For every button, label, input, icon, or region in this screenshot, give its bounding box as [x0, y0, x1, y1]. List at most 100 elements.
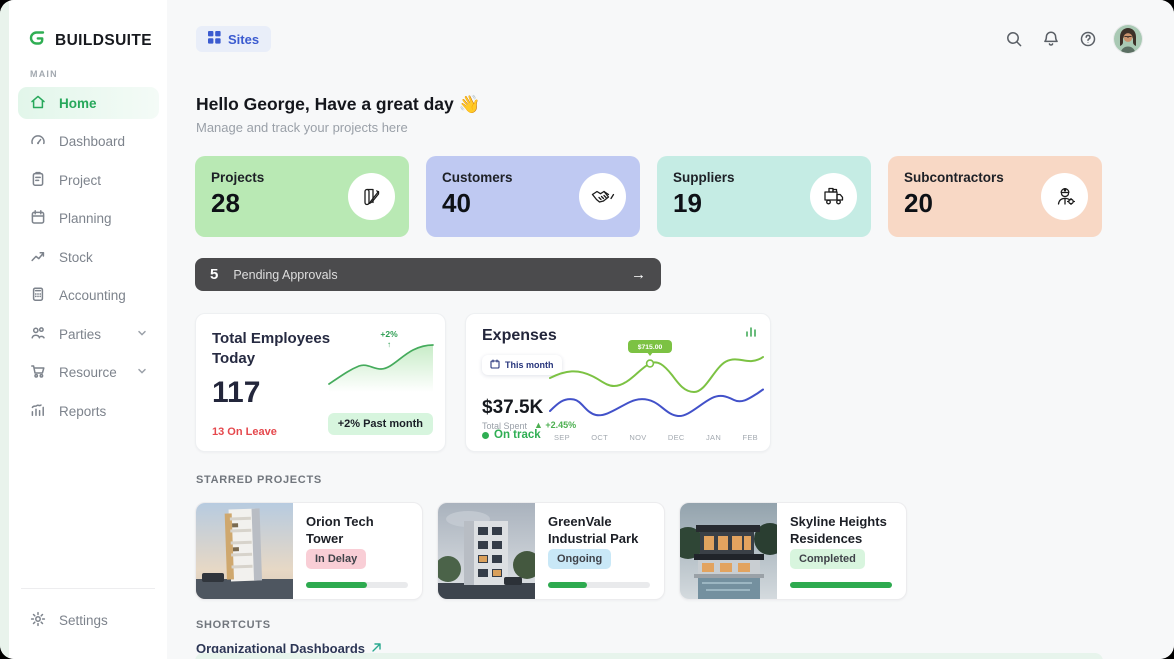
- project-status-badge: Ongoing: [548, 549, 611, 569]
- arrow-right-icon[interactable]: →: [631, 266, 646, 283]
- x-tick: OCT: [591, 433, 608, 442]
- page-title: Hello George, Have a great day 👋: [196, 94, 480, 115]
- project-name: Skyline Heights Residences: [790, 514, 896, 548]
- x-tick: SEP: [554, 433, 570, 442]
- expenses-card: Expenses This month $37.5K Total Spent ▲…: [465, 313, 771, 452]
- chart-tooltip: $715.00: [638, 344, 663, 351]
- sidebar-item-parties[interactable]: Parties: [18, 318, 159, 350]
- planning-icon: [29, 208, 47, 229]
- sidebar-item-stock[interactable]: Stock: [18, 241, 159, 273]
- project-thumbnail: [438, 503, 535, 599]
- chevron-down-icon: [136, 365, 148, 380]
- sidebar-item-label: Settings: [59, 613, 108, 628]
- brand-logo[interactable]: BUILDSUITE: [28, 28, 152, 53]
- home-icon: [29, 93, 47, 114]
- x-tick: JAN: [706, 433, 721, 442]
- bell-icon[interactable]: [1040, 28, 1062, 50]
- spark-arrow-up-icon: ↑: [387, 340, 391, 349]
- sidebar-item-dashboard[interactable]: Dashboard: [18, 126, 159, 158]
- chevron-down-icon: [136, 327, 148, 342]
- blueprint-icon: [348, 173, 395, 220]
- gear-icon: [29, 610, 47, 631]
- sidebar-item-accounting[interactable]: Accounting: [18, 280, 159, 312]
- truck-icon: [810, 173, 857, 220]
- sidebar-item-label: Planning: [59, 211, 112, 226]
- handshake-icon: [579, 173, 626, 220]
- x-tick: FEB: [742, 433, 758, 442]
- project-thumbnail: [680, 503, 777, 599]
- worker-icon: [1041, 173, 1088, 220]
- avatar[interactable]: [1114, 25, 1142, 53]
- sidebar-item-resource[interactable]: Resource: [18, 357, 159, 389]
- expenses-status: On track: [482, 429, 541, 441]
- starred-projects-heading: STARRED PROJECTS: [196, 474, 322, 486]
- project-card-greenvale[interactable]: GreenVale Industrial Park Ongoing: [437, 502, 665, 600]
- chart-x-axis: SEP OCT NOV DEC JAN FEB: [554, 433, 758, 442]
- buildsuite-logo-icon: [28, 28, 48, 53]
- expenses-total: $37.5K: [482, 397, 543, 419]
- employees-on-leave: 13 On Leave: [212, 426, 277, 438]
- app-window: BUILDSUITE MAIN Home Dashboard Project P…: [0, 0, 1174, 659]
- dashboard-icon: [29, 131, 47, 152]
- expenses-line-chart: $715.00: [548, 338, 764, 435]
- stock-icon: [29, 247, 47, 268]
- project-status-badge: In Delay: [306, 549, 366, 569]
- project-card-orion[interactable]: Orion Tech Tower In Delay: [195, 502, 423, 600]
- sidebar-item-reports[interactable]: Reports: [18, 395, 159, 427]
- sidebar-item-label: Project: [59, 173, 101, 188]
- project-status-badge: Completed: [790, 549, 865, 569]
- window: BUILDSUITE MAIN Home Dashboard Project P…: [0, 0, 1174, 659]
- calendar-icon: [490, 359, 500, 371]
- accounting-icon: [29, 285, 47, 306]
- status-label: On track: [494, 429, 541, 441]
- page-subtitle: Manage and track your projects here: [196, 120, 408, 135]
- stat-card-suppliers[interactable]: Suppliers 19: [657, 156, 871, 237]
- stat-card-customers[interactable]: Customers 40: [426, 156, 640, 237]
- project-progress-fill: [306, 582, 367, 588]
- resource-icon: [29, 362, 47, 383]
- sites-button-label: Sites: [228, 32, 259, 47]
- main-content: Sites Hello George, Have a great day 👋 M…: [167, 0, 1174, 659]
- project-progress: [790, 582, 892, 588]
- pending-label: Pending Approvals: [233, 268, 337, 282]
- help-icon[interactable]: [1077, 28, 1099, 50]
- project-progress-fill: [790, 582, 892, 588]
- starred-projects-row: Orion Tech Tower In Delay GreenVale Indu…: [195, 502, 907, 600]
- project-card-skyline[interactable]: Skyline Heights Residences Completed: [679, 502, 907, 600]
- sites-button[interactable]: Sites: [196, 26, 271, 52]
- sidebar-item-label: Accounting: [59, 288, 126, 303]
- sidebar-item-planning[interactable]: Planning: [18, 203, 159, 235]
- stat-cards-row: Projects 28 Customers 40 Suppliers 19: [195, 156, 1102, 237]
- sidebar-item-project[interactable]: Project: [18, 164, 159, 196]
- project-progress: [548, 582, 650, 588]
- stat-card-subcontractors[interactable]: Subcontractors 20: [888, 156, 1102, 237]
- sidebar: BUILDSUITE MAIN Home Dashboard Project P…: [9, 0, 168, 659]
- shortcuts-heading: SHORTCUTS: [196, 619, 271, 631]
- project-name: Orion Tech Tower: [306, 514, 412, 548]
- sidebar-item-label: Reports: [59, 404, 106, 419]
- brand-name: BUILDSUITE: [55, 32, 152, 50]
- pending-approvals-banner[interactable]: 5 Pending Approvals →: [195, 258, 661, 291]
- x-tick: NOV: [629, 433, 646, 442]
- employees-card: Total Employees Today 117 13 On Leave +2…: [195, 313, 446, 452]
- sidebar-item-home[interactable]: Home: [18, 87, 159, 119]
- sidebar-item-label: Parties: [59, 327, 101, 342]
- parties-icon: [29, 324, 47, 345]
- employees-title: Total Employees Today: [212, 329, 342, 370]
- status-dot: [482, 432, 489, 439]
- sidebar-item-label: Home: [59, 96, 97, 111]
- sidebar-item-settings[interactable]: Settings: [18, 604, 159, 636]
- shortcut-card[interactable]: [195, 653, 1103, 659]
- sites-grid-icon: [208, 31, 221, 47]
- project-thumbnail: [196, 503, 293, 599]
- search-icon[interactable]: [1003, 28, 1025, 50]
- project-progress-fill: [548, 582, 587, 588]
- project-name: GreenVale Industrial Park: [548, 514, 654, 548]
- sidebar-item-label: Stock: [59, 250, 93, 265]
- stat-card-projects[interactable]: Projects 28: [195, 156, 409, 237]
- sidebar-divider: [21, 588, 155, 589]
- topbar-actions: [1003, 25, 1142, 53]
- window-edge-strip: [0, 0, 9, 659]
- project-icon: [29, 170, 47, 191]
- sidebar-item-label: Dashboard: [59, 134, 125, 149]
